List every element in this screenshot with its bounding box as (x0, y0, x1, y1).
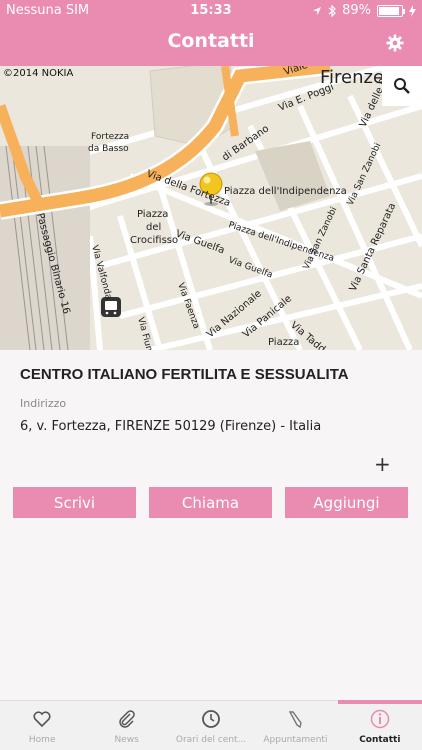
expand-plus-button[interactable]: + (374, 452, 391, 476)
charging-icon (409, 4, 416, 17)
write-button[interactable]: Scrivi (13, 487, 136, 518)
tab-news[interactable]: News (84, 701, 168, 750)
call-button[interactable]: Chiama (149, 487, 272, 518)
map-label-san-zanobi: Via San Zanobi (346, 142, 384, 208)
battery-fill (379, 6, 399, 15)
clock-icon (202, 710, 220, 728)
tab-label: News (114, 735, 139, 745)
contact-name: CENTRO ITALIANO FERTILITA E SESSUALITA (20, 366, 349, 383)
status-bar: Nessuna SIM 15:33 89% (0, 0, 422, 22)
pencil-icon (289, 711, 303, 729)
tab-home[interactable]: Home (0, 701, 84, 750)
contact-panel: CENTRO ITALIANO FERTILITA E SESSUALITA I… (0, 350, 422, 700)
map-label-guelfa-2: Via Guelfa (227, 255, 274, 280)
gear-icon[interactable] (386, 34, 404, 52)
map-canvas[interactable]: Firenze Viale S Via E. Poggi Via delle R… (0, 66, 422, 350)
map-zoom-button[interactable] (382, 66, 422, 106)
battery-percent: 89% (342, 3, 371, 18)
tab-appuntamenti[interactable]: Appuntamenti (253, 701, 337, 750)
map-copyright: ©2014 NOKIA (3, 68, 74, 79)
tab-label: Orari del cent... (175, 735, 247, 745)
tab-orari[interactable]: Orari del cent... (169, 701, 253, 750)
tab-contatti[interactable]: Contatti (337, 700, 422, 750)
tab-bar: Home News Orari del cent... Appuntamenti… (0, 700, 422, 750)
paperclip-icon (118, 710, 135, 728)
page-title: Contatti (167, 30, 255, 52)
info-icon (370, 709, 390, 729)
tab-label: Contatti (359, 735, 401, 745)
map-view[interactable]: Firenze Viale S Via E. Poggi Via delle R… (0, 66, 422, 350)
tab-label: Appuntamenti (263, 735, 328, 745)
status-right: 89% (312, 3, 416, 18)
magnifier-icon (394, 78, 410, 94)
battery-icon (377, 4, 405, 17)
tab-label: Home (28, 735, 56, 745)
heart-icon (33, 711, 51, 728)
map-label-piazza: Piazza (268, 337, 299, 348)
address-label: Indirizzo (20, 397, 67, 410)
map-label-indipendenza: Piazza dell'Indipendenza (224, 186, 347, 197)
add-contact-button[interactable]: Aggiungi (285, 487, 408, 518)
top-bar: Nessuna SIM 15:33 89% Contatti (0, 0, 422, 66)
bluetooth-icon (328, 4, 336, 17)
location-arrow-icon (313, 6, 322, 15)
address-value[interactable]: 6, v. Fortezza, FIRENZE 50129 (Firenze) … (20, 419, 321, 434)
